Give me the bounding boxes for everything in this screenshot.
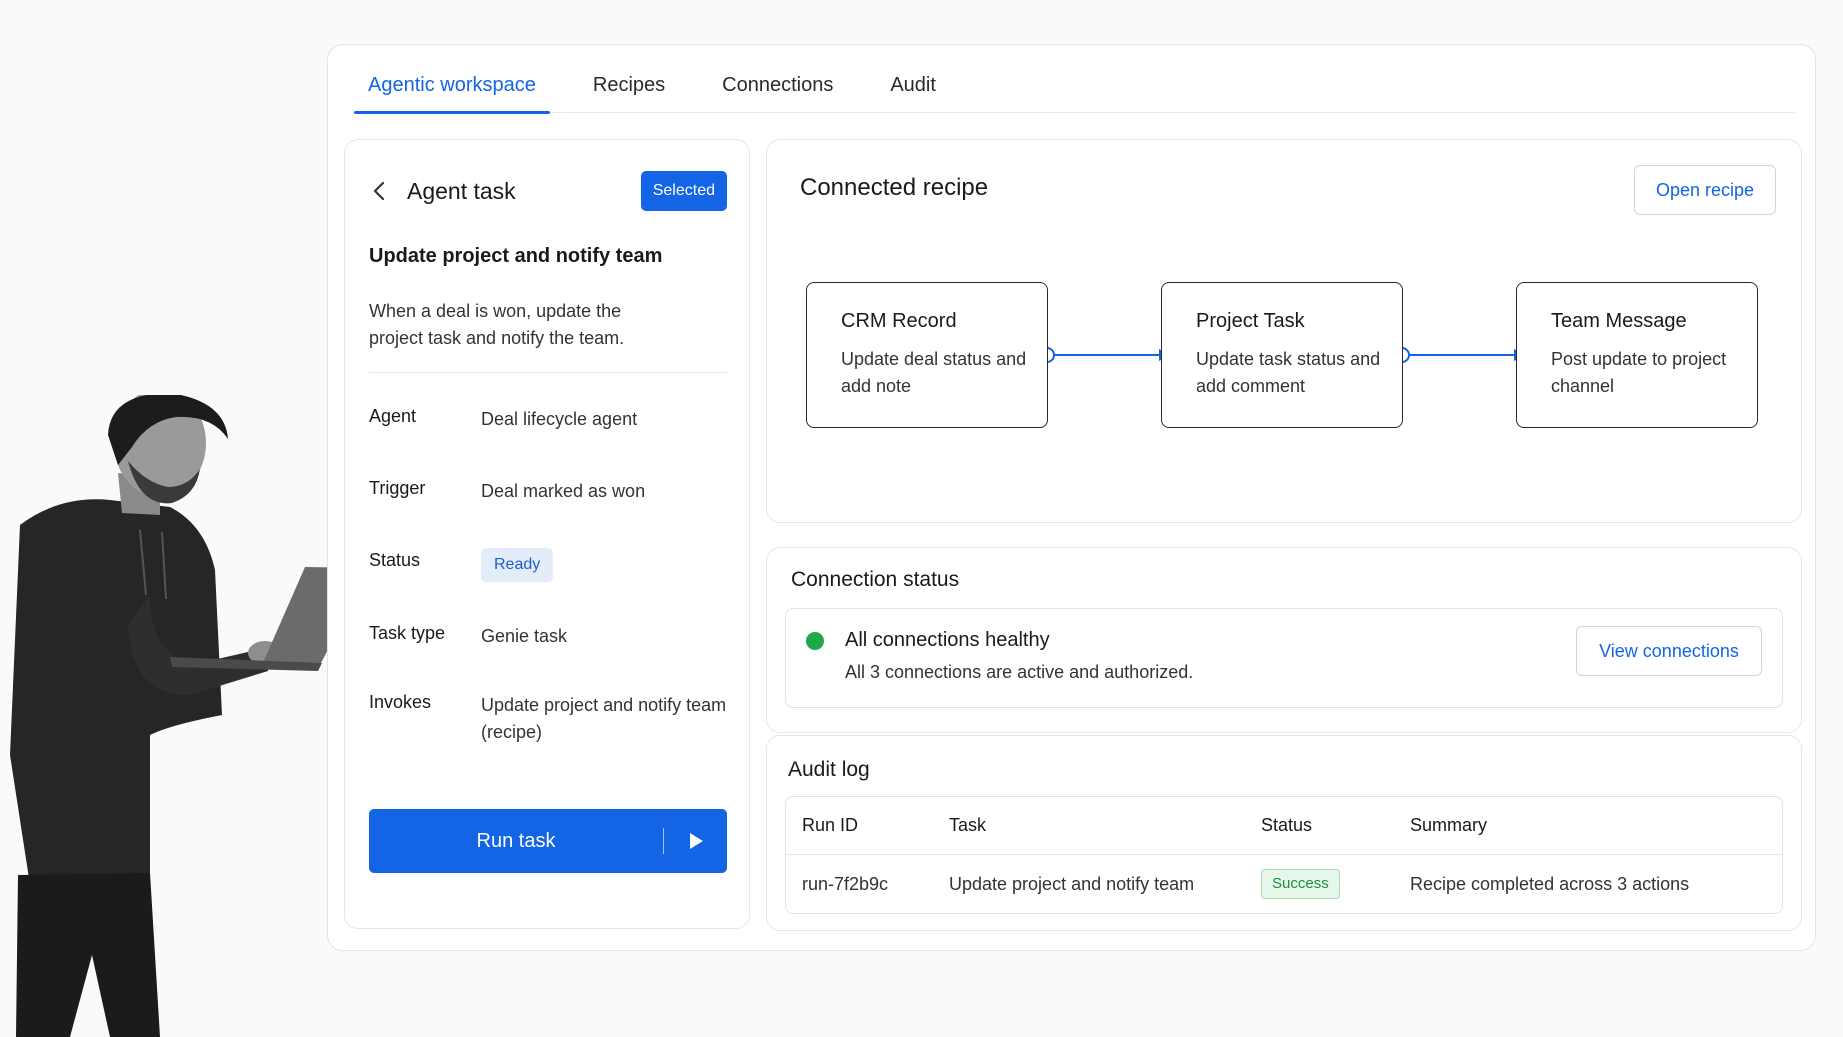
- step-title: Project Task: [1196, 310, 1305, 332]
- field-label: Task type: [369, 623, 446, 643]
- step-description: Update task status and add comment: [1196, 349, 1381, 396]
- connection-status-title: Connection status: [791, 568, 960, 591]
- tab-audit[interactable]: Audit: [876, 45, 950, 113]
- table-row[interactable]: run-7f2b9c Update project and notify tea…: [786, 855, 1782, 913]
- field-value[interactable]: Update project and notify team (recipe): [481, 692, 729, 746]
- connection-detail: All 3 connections are active and authori…: [845, 662, 1194, 682]
- healthy-status-dot-icon: [806, 632, 824, 650]
- audit-log-title: Audit log: [788, 758, 870, 781]
- cell-run-id: run-7f2b9c: [802, 873, 889, 894]
- run-task-button[interactable]: Run task: [369, 809, 727, 873]
- task-description: When a deal is won, update the project t…: [369, 301, 625, 348]
- tab-connections[interactable]: Connections: [708, 45, 847, 113]
- field-label: Trigger: [369, 478, 426, 498]
- status-badge: Success: [1261, 869, 1340, 899]
- agent-task-title: Agent task: [407, 177, 516, 204]
- step-description: Post update to project channel: [1551, 349, 1727, 396]
- field-label: Status: [369, 550, 421, 570]
- table-header-row: Run ID Task Status Summary: [786, 797, 1782, 855]
- audit-log-panel: Audit log Run ID Task Status Summary run…: [766, 735, 1802, 931]
- agent-task-header: Agent task Selected: [367, 170, 727, 212]
- cell-task: Update project and notify team: [949, 873, 1195, 894]
- cell-summary: Recipe completed across 3 actions: [1410, 873, 1690, 894]
- recipe-step-team-message[interactable]: Team Message Post update to project chan…: [1516, 282, 1758, 428]
- field-value: Deal marked as won: [481, 481, 646, 501]
- column-header-status: Status: [1261, 815, 1313, 835]
- field-status: Status Ready: [369, 548, 729, 582]
- recipe-step-project-task[interactable]: Project Task Update task status and add …: [1161, 282, 1403, 428]
- task-title: Update project and notify team: [369, 245, 663, 267]
- field-invokes: Invokes Update project and notify team (…: [369, 692, 729, 746]
- status-badge: Ready: [481, 548, 554, 582]
- step-title: Team Message: [1551, 310, 1687, 332]
- agent-task-panel: Agent task Selected Update project and n…: [344, 139, 750, 929]
- field-task-type: Task type Genie task: [369, 623, 729, 650]
- divider: [369, 372, 727, 373]
- step-title: CRM Record: [841, 310, 957, 332]
- connection-status-card: All connections healthy All 3 connection…: [785, 608, 1783, 708]
- column-header-summary: Summary: [1410, 815, 1488, 835]
- field-trigger: Trigger Deal marked as won: [369, 478, 729, 505]
- column-header-task: Task: [949, 815, 987, 835]
- connection-headline: All connections healthy: [845, 629, 1050, 651]
- chevron-left-icon[interactable]: [367, 179, 391, 203]
- tab-recipes[interactable]: Recipes: [579, 45, 679, 113]
- audit-log-table: Run ID Task Status Summary run-7f2b9c Up…: [785, 796, 1783, 914]
- recipe-step-crm-record[interactable]: CRM Record Update deal status and add no…: [806, 282, 1048, 428]
- run-task-label: Run task: [476, 829, 556, 852]
- column-header-run-id: Run ID: [802, 815, 859, 835]
- connected-recipe-panel: Connected recipe Open recipe CRM Record …: [766, 139, 1802, 523]
- workspace-window: Agentic workspace Recipes Connections Au…: [327, 44, 1816, 951]
- tab-bar: Agentic workspace Recipes Connections Au…: [354, 45, 1795, 114]
- field-value: Genie task: [481, 626, 568, 646]
- connection-status-panel: Connection status All connections health…: [766, 547, 1802, 733]
- view-connections-button[interactable]: View connections: [1576, 626, 1762, 676]
- field-agent: Agent Deal lifecycle agent: [369, 406, 729, 433]
- step-description: Update deal status and add note: [841, 349, 1027, 396]
- play-icon[interactable]: [664, 832, 727, 850]
- field-label: Invokes: [369, 692, 432, 712]
- selected-badge[interactable]: Selected: [640, 171, 727, 211]
- field-label: Agent: [369, 406, 417, 426]
- person-with-laptop-illustration: [10, 395, 370, 1037]
- tab-agentic-workspace[interactable]: Agentic workspace: [354, 45, 550, 114]
- field-value: Deal lifecycle agent: [481, 409, 638, 429]
